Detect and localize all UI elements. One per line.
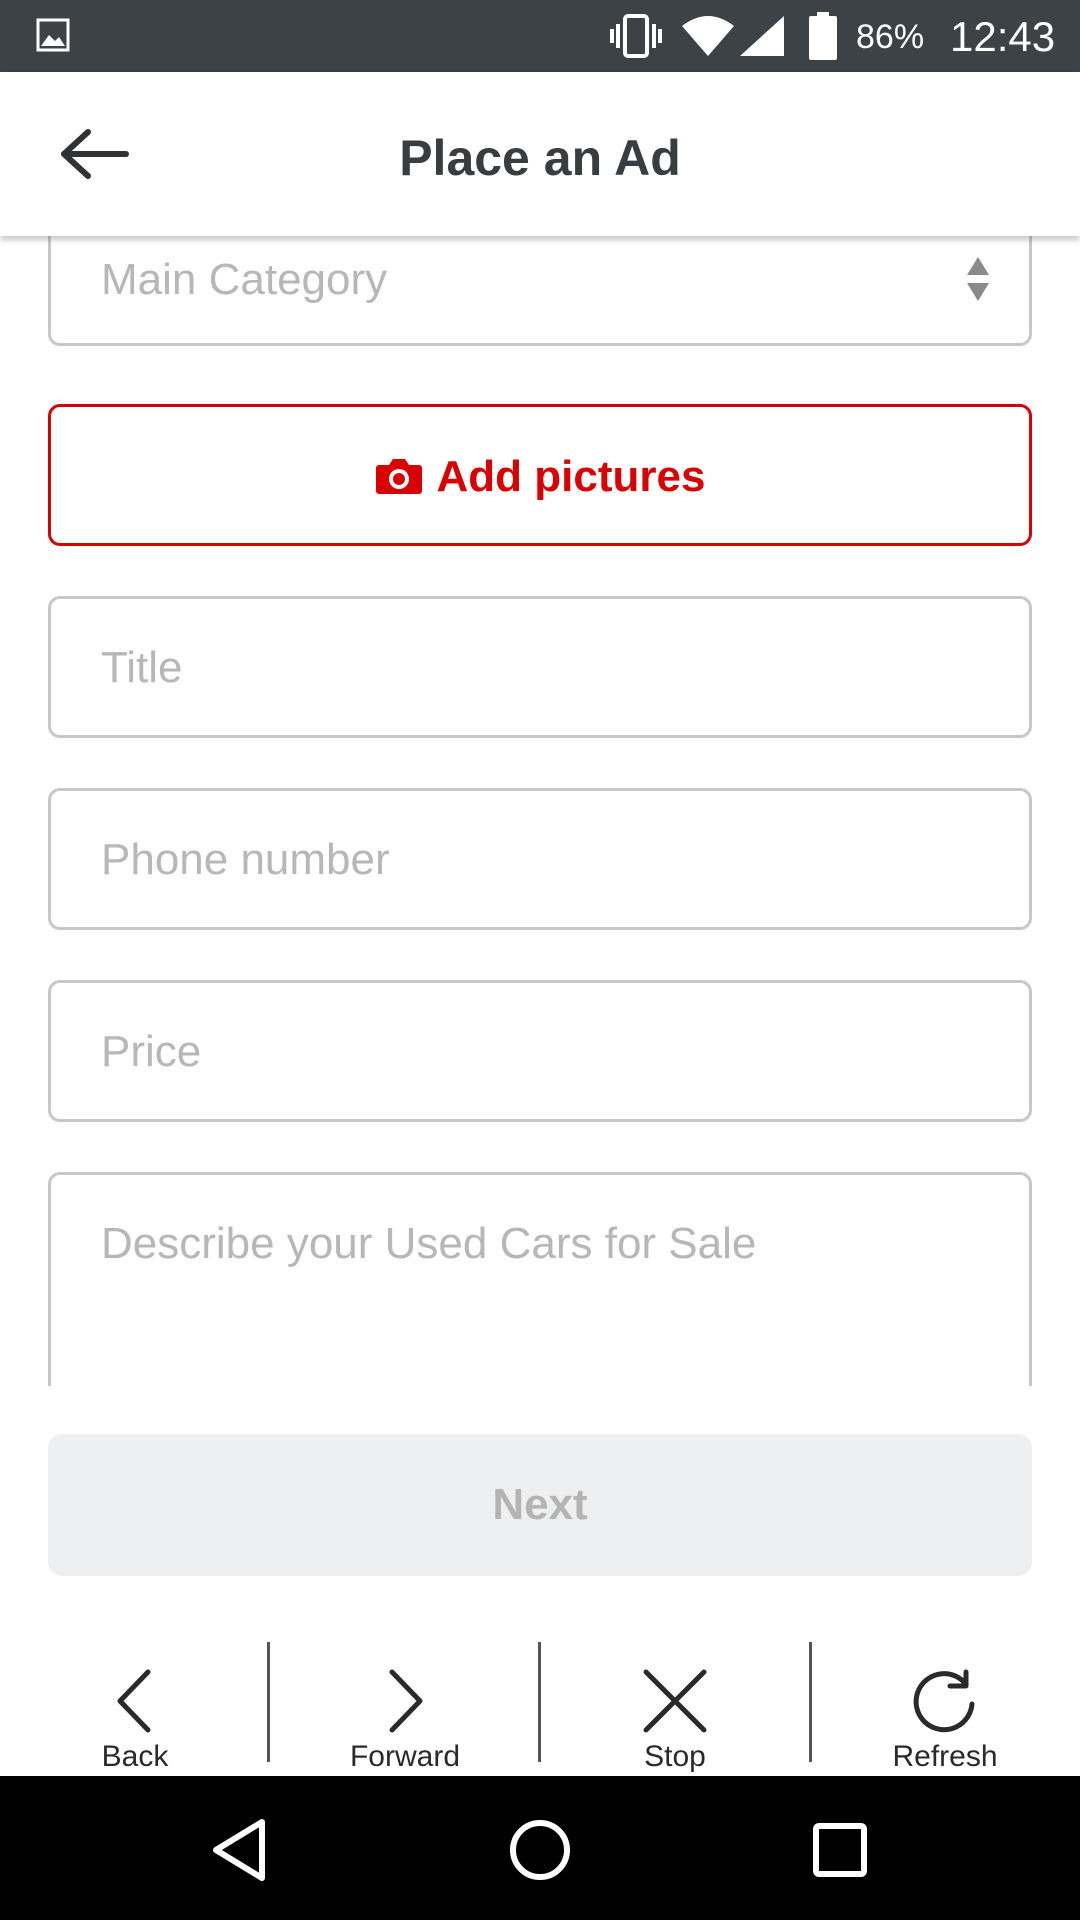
description-placeholder: Describe your Used Cars for Sale [101,1219,757,1268]
sort-arrows-icon [967,257,989,301]
browser-refresh-label: Refresh [892,1740,998,1773]
nav-recents-icon[interactable] [800,1810,880,1890]
chevron-right-icon [389,1669,423,1733]
main-category-placeholder: Main Category [101,255,388,304]
price-placeholder: Price [101,1027,202,1076]
browser-stop-label: Stop [644,1740,706,1773]
main-category-select[interactable]: Main Category [48,236,1032,346]
browser-back-button[interactable]: Back [0,1640,270,1776]
phone-number-placeholder: Phone number [101,835,390,884]
clock: 12:43 [950,13,1056,60]
next-button[interactable]: Next [48,1434,1032,1576]
title-placeholder: Title [101,643,183,692]
add-pictures-button[interactable]: Add pictures [48,404,1032,546]
vibrate-icon [610,14,662,58]
browser-forward-label: Forward [349,1740,461,1773]
browser-forward-button[interactable]: Forward [270,1640,540,1776]
title-input[interactable]: Title [48,596,1032,738]
add-pictures-label: Add pictures [436,452,706,501]
close-icon [643,1669,707,1733]
ad-form: Main Category Add pictures Title Phone n… [0,236,1080,1386]
browser-toolbar: Back Forward Stop Refresh [0,1624,1080,1776]
status-bar: 86% 12:43 [0,0,1080,72]
nav-back-icon[interactable] [200,1810,280,1890]
camera-icon [375,459,422,494]
signal-icon [740,16,784,56]
page-title: Place an Ad [399,130,681,186]
chevron-left-icon [117,1669,151,1733]
add-pictures-content: Add pictures [51,451,1029,503]
wifi-icon [682,16,734,56]
nav-home-icon[interactable] [500,1810,580,1890]
gallery-icon [36,18,70,52]
refresh-icon [913,1669,975,1733]
battery-icon [809,12,837,60]
description-textarea[interactable]: Describe your Used Cars for Sale [48,1172,1032,1386]
price-input[interactable]: Price [48,980,1032,1122]
phone-number-input[interactable]: Phone number [48,788,1032,930]
app-bar: Place an Ad [0,72,1080,236]
battery-percentage: 86% [856,18,925,56]
browser-stop-button[interactable]: Stop [540,1640,810,1776]
browser-refresh-button[interactable]: Refresh [810,1640,1080,1776]
browser-back-label: Back [101,1740,169,1773]
system-navigation-bar [0,1776,1080,1920]
